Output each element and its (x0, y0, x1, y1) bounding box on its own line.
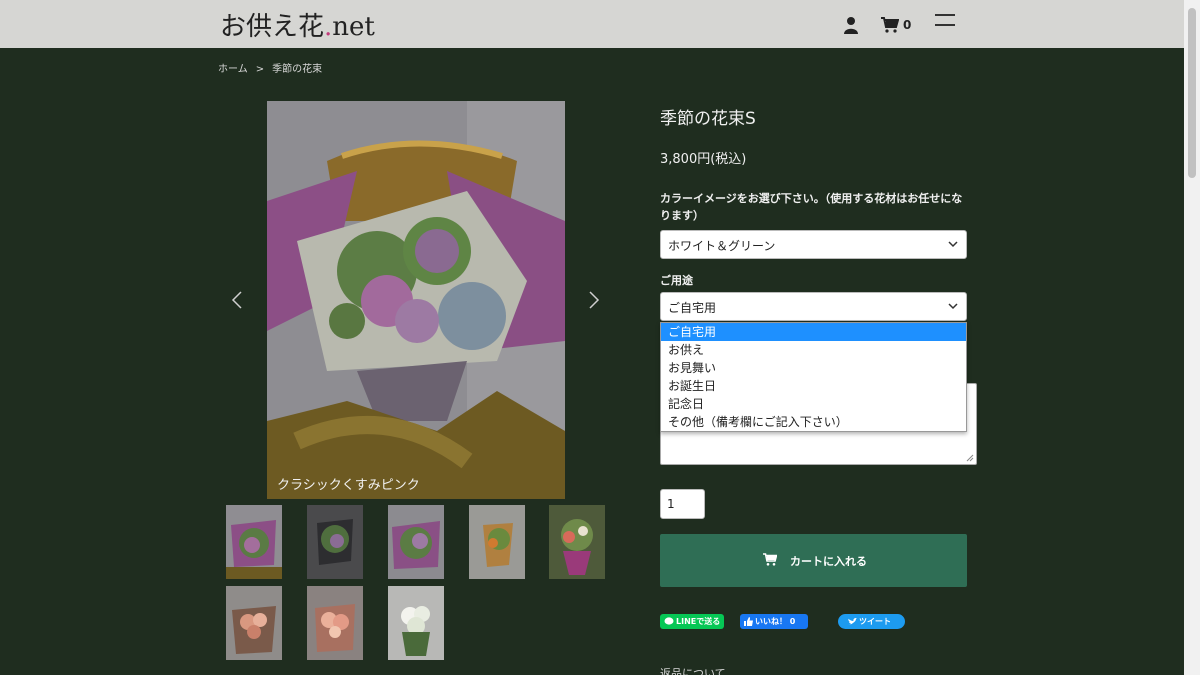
thumbnail-image[interactable] (307, 505, 363, 579)
usage-option[interactable]: お誕生日 (661, 377, 966, 395)
hamburger-menu-icon[interactable] (935, 14, 955, 28)
returns-heading[interactable]: 返品について (660, 665, 726, 675)
thumbnail-image[interactable] (388, 505, 444, 579)
usage-option[interactable]: その他（備考欄にご記入下さい） (661, 413, 966, 431)
line-share-button[interactable]: LINEで送る (660, 614, 724, 629)
product-title: 季節の花束S (660, 109, 756, 129)
color-select-value: ホワイト＆グリーン (668, 239, 776, 253)
add-to-cart-label: カートに入れる (790, 555, 867, 568)
twitter-tweet-button[interactable]: ツイート (838, 614, 905, 629)
cart-icon (763, 553, 777, 566)
page-scrollbar[interactable] (1184, 0, 1200, 675)
usage-option[interactable]: お供え (661, 341, 966, 359)
logo-text: お供え花 (220, 12, 325, 42)
twitter-bird-icon (848, 617, 857, 624)
cart-count[interactable]: 0 (903, 18, 911, 32)
thumbnail-image[interactable] (388, 586, 444, 660)
site-header: お供え花.net 0 (0, 0, 1184, 48)
site-logo[interactable]: お供え花.net (220, 6, 375, 43)
line-share-label: LINEで送る (676, 617, 721, 626)
thumbs-up-icon (744, 617, 753, 626)
thumbnail-image[interactable] (307, 586, 363, 660)
thumbnail-image[interactable] (469, 505, 525, 579)
cart-icon[interactable] (881, 17, 899, 33)
user-icon[interactable] (843, 16, 859, 34)
image-caption: クラシックくすみピンク (277, 478, 420, 493)
thumbnail-image[interactable] (549, 505, 605, 579)
previous-image-arrow-icon[interactable] (230, 290, 244, 310)
resize-grip-icon[interactable] (966, 454, 974, 462)
usage-select-value: ご自宅用 (668, 301, 717, 315)
breadcrumb-home[interactable]: ホーム (218, 64, 248, 75)
usage-dropdown-list: ご自宅用 お供え お見舞い お誕生日 記念日 その他（備考欄にご記入下さい） (660, 322, 967, 432)
breadcrumb: ホーム > 季節の花束 (218, 60, 322, 75)
color-option-label: カラーイメージをお選び下さい。（使用する花材はお任せになります） (660, 192, 963, 222)
facebook-like-label: いいね！ 0 (755, 617, 796, 626)
main-product-image[interactable] (267, 101, 565, 499)
twitter-tweet-label: ツイート (859, 617, 891, 626)
chevron-down-icon (948, 241, 958, 248)
usage-select[interactable]: ご自宅用 (660, 292, 967, 321)
thumbnail-image[interactable] (226, 586, 282, 660)
thumbnail-image[interactable] (226, 505, 282, 579)
quantity-input[interactable]: 1 (660, 489, 705, 519)
product-price: 3,800円(税込) (660, 152, 747, 167)
breadcrumb-current[interactable]: 季節の花束 (272, 64, 322, 75)
next-image-arrow-icon[interactable] (587, 290, 601, 310)
chevron-down-icon (948, 303, 958, 310)
usage-option[interactable]: お見舞い (661, 359, 966, 377)
usage-option[interactable]: ご自宅用 (661, 323, 966, 341)
logo-suffix: net (332, 12, 375, 42)
facebook-like-button[interactable]: いいね！ 0 (740, 614, 808, 629)
scrollbar-thumb[interactable] (1188, 8, 1196, 178)
add-to-cart-button[interactable]: カートに入れる (660, 534, 967, 587)
usage-option[interactable]: 記念日 (661, 395, 966, 413)
usage-option-label: ご用途 (660, 274, 693, 287)
breadcrumb-separator: > (255, 64, 265, 75)
color-select[interactable]: ホワイト＆グリーン (660, 230, 967, 259)
line-icon (664, 617, 674, 625)
